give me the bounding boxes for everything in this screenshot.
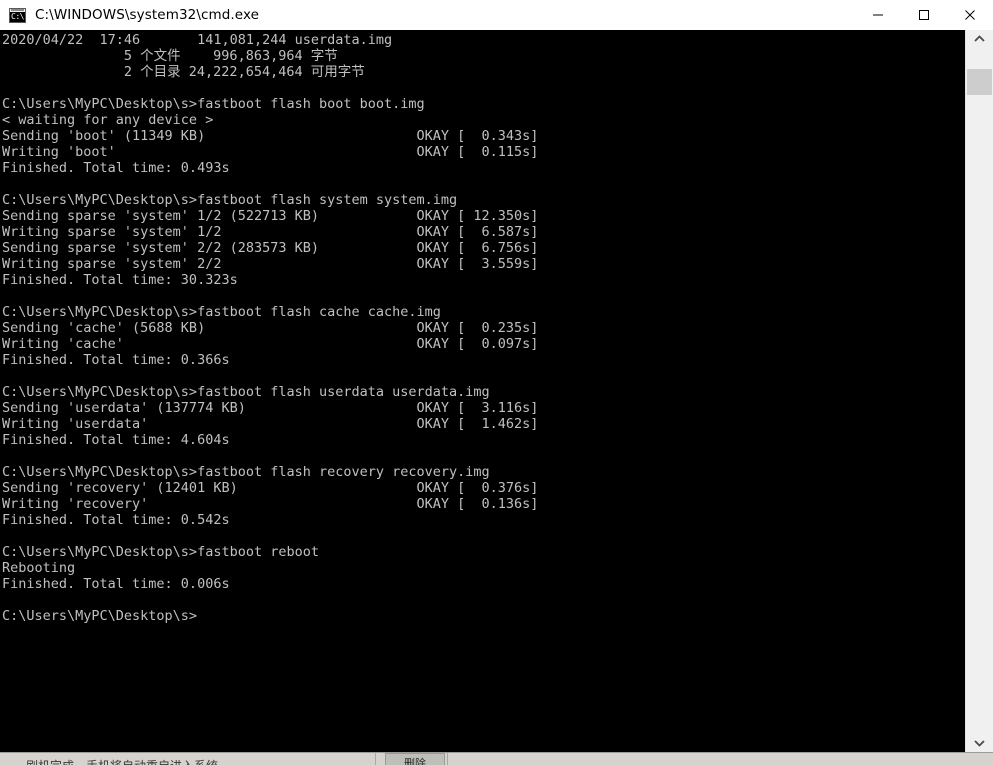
console-line: Writing 'recovery' OKAY [ 0.136s] xyxy=(2,496,539,512)
console-line: C:\Users\MyPC\Desktop\s>fastboot flash s… xyxy=(2,192,458,208)
console-line: Writing 'cache' OKAY [ 0.097s] xyxy=(2,336,539,352)
title-bar[interactable]: C:\ C:\WINDOWS\system32\cmd.exe xyxy=(0,0,993,31)
console-line: Writing sparse 'system' 1/2 OKAY [ 6.587… xyxy=(2,224,539,240)
console-line: Writing 'boot' OKAY [ 0.115s] xyxy=(2,144,539,160)
cmd-console-icon: C:\ xyxy=(9,7,26,23)
console-line: Finished. Total time: 0.366s xyxy=(2,352,230,368)
background-delete-button[interactable]: 删除 xyxy=(385,753,445,765)
console-line: 5 个文件 996,863,964 字节 xyxy=(2,48,338,64)
console-line: C:\Users\MyPC\Desktop\s>fastboot flash r… xyxy=(2,464,490,480)
console-line: Writing 'userdata' OKAY [ 1.462s] xyxy=(2,416,539,432)
console-line: Sending 'boot' (11349 KB) OKAY [ 0.343s] xyxy=(2,128,539,144)
console-line: Writing sparse 'system' 2/2 OKAY [ 3.559… xyxy=(2,256,539,272)
console-line: Sending 'cache' (5688 KB) OKAY [ 0.235s] xyxy=(2,320,539,336)
minimize-button[interactable] xyxy=(855,0,901,30)
console-line: Sending 'recovery' (12401 KB) OKAY [ 0.3… xyxy=(2,480,539,496)
console-line: C:\Users\MyPC\Desktop\s>fastboot reboot xyxy=(2,544,319,560)
console-line: Sending 'userdata' (137774 KB) OKAY [ 3.… xyxy=(2,400,539,416)
console-line: Sending sparse 'system' 2/2 (283573 KB) … xyxy=(2,240,539,256)
background-separator xyxy=(447,750,448,765)
cmd-icon-prompt-text: C:\ xyxy=(11,11,24,21)
close-button[interactable] xyxy=(947,0,993,30)
console-line: C:\Users\MyPC\Desktop\s> xyxy=(2,608,198,624)
console-output[interactable]: 2020/04/22 17:46 141,081,244 userdata.im… xyxy=(0,30,965,752)
background-separator xyxy=(375,750,376,765)
console-scrollbar[interactable] xyxy=(965,30,993,752)
scrollbar-thumb[interactable] xyxy=(967,69,992,95)
console-line: Finished. Total time: 0.493s xyxy=(2,160,230,176)
console-line: C:\Users\MyPC\Desktop\s>fastboot flash u… xyxy=(2,384,490,400)
screen-root: 穿 刷机完成，手机将自动重启进入系统。 删除 C:\ C:\WINDOWS\sy… xyxy=(0,0,993,765)
console-line: C:\Users\MyPC\Desktop\s>fastboot flash c… xyxy=(2,304,441,320)
console-line: C:\Users\MyPC\Desktop\s>fastboot flash b… xyxy=(2,96,425,112)
console-line: Finished. Total time: 0.006s xyxy=(2,576,230,592)
window-title: C:\WINDOWS\system32\cmd.exe xyxy=(35,7,260,23)
cmd-window: C:\ C:\WINDOWS\system32\cmd.exe 2020/04/… xyxy=(0,0,993,752)
console-line: Finished. Total time: 0.542s xyxy=(2,512,230,528)
console-line: 2020/04/22 17:46 141,081,244 userdata.im… xyxy=(2,32,393,48)
console-line: Finished. Total time: 4.604s xyxy=(2,432,230,448)
console-line: < waiting for any device > xyxy=(2,112,214,128)
console-line: Finished. Total time: 30.323s xyxy=(2,272,238,288)
console-line: 2 个目录 24,222,654,464 可用字节 xyxy=(2,64,365,80)
chevron-up-icon[interactable] xyxy=(966,30,993,48)
console-line: Rebooting xyxy=(2,560,76,576)
console-line: Sending sparse 'system' 1/2 (522713 KB) … xyxy=(2,208,539,224)
background-status-text: 刷机完成，手机将自动重启进入系统。 xyxy=(26,757,230,765)
maximize-button[interactable] xyxy=(901,0,947,30)
chevron-down-icon[interactable] xyxy=(966,734,993,752)
